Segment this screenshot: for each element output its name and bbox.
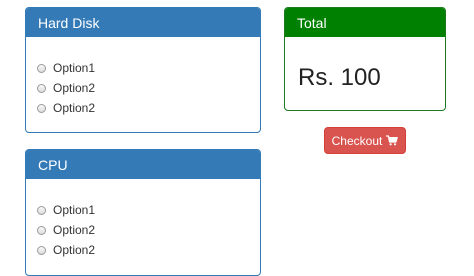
cpu-option-2-label[interactable]: Option2 (53, 223, 95, 237)
cpu-option-3-label[interactable]: Option2 (53, 243, 95, 257)
checkout-button-label: Checkout (331, 133, 383, 148)
cpu-panel-title: CPU (26, 150, 260, 179)
hard-disk-option-2-radio[interactable] (37, 83, 46, 93)
cpu-option-1-radio[interactable] (37, 205, 46, 215)
cpu-option-3[interactable]: Option2 (37, 240, 95, 260)
hard-disk-option-1[interactable]: Option1 (37, 58, 95, 78)
cpu-option-3-radio[interactable] (37, 245, 46, 255)
total-panel: Total Rs. 100 (284, 7, 446, 111)
hard-disk-option-1-label[interactable]: Option1 (53, 61, 95, 75)
cpu-options: Option1 Option2 Option2 (37, 200, 95, 260)
checkout-button[interactable]: Checkout (324, 127, 406, 154)
cpu-option-1[interactable]: Option1 (37, 200, 95, 220)
cpu-option-2[interactable]: Option2 (37, 220, 95, 240)
total-panel-title: Total (285, 8, 445, 37)
cart-icon (386, 135, 399, 146)
cpu-option-2-radio[interactable] (37, 225, 46, 235)
hard-disk-options: Option1 Option2 Option2 (37, 58, 95, 118)
cpu-panel: CPU Option1 Option2 Option2 (25, 149, 261, 276)
cpu-option-1-label[interactable]: Option1 (53, 203, 95, 217)
hard-disk-option-3-label[interactable]: Option2 (53, 101, 95, 115)
hard-disk-option-1-radio[interactable] (37, 63, 46, 73)
total-amount: Rs. 100 (298, 64, 381, 91)
hard-disk-panel-title: Hard Disk (26, 8, 260, 37)
hard-disk-option-2[interactable]: Option2 (37, 78, 95, 98)
hard-disk-panel: Hard Disk Option1 Option2 Option2 (25, 7, 261, 133)
hard-disk-option-2-label[interactable]: Option2 (53, 81, 95, 95)
hard-disk-option-3-radio[interactable] (37, 103, 46, 113)
hard-disk-option-3[interactable]: Option2 (37, 98, 95, 118)
